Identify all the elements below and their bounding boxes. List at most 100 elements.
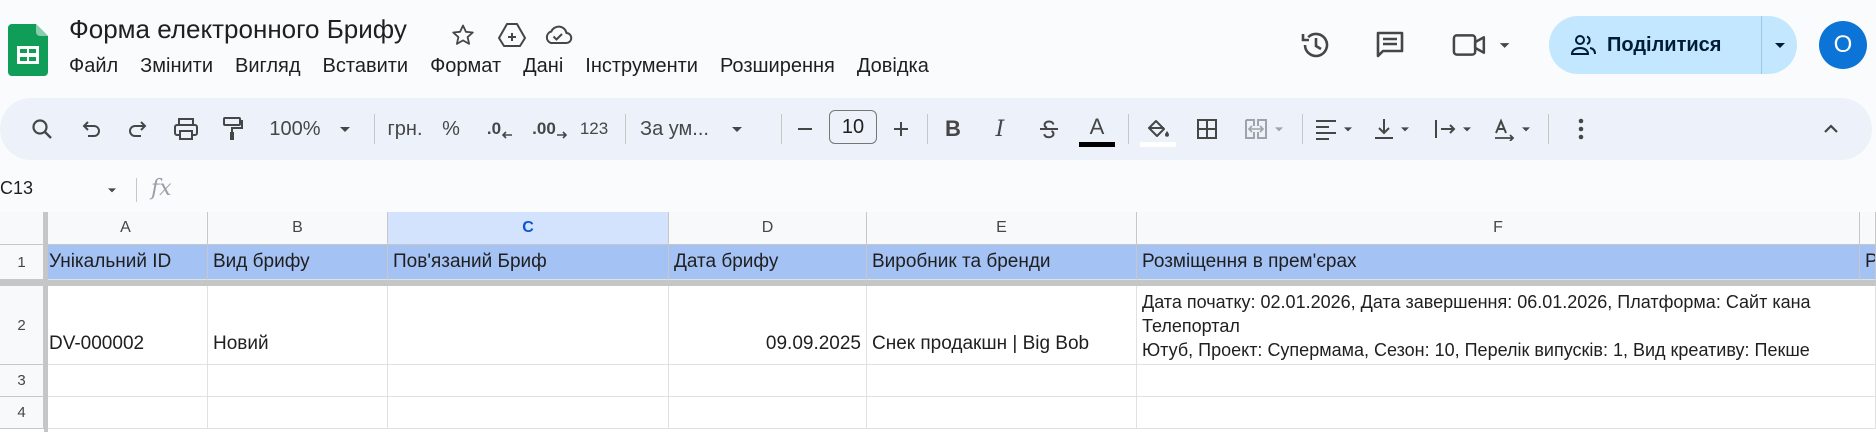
cell-a1[interactable]: Унікальний ID: [44, 245, 208, 280]
move-to-drive-icon[interactable]: [497, 20, 527, 50]
text-color-letter: A: [1089, 113, 1105, 139]
collapse-menus-icon[interactable]: [1816, 98, 1846, 160]
avatar[interactable]: О: [1819, 21, 1867, 69]
row-header-4[interactable]: 4: [0, 397, 44, 429]
cell-c3[interactable]: [388, 365, 669, 397]
cell-d1[interactable]: Дата брифу: [669, 245, 867, 280]
cell-b2[interactable]: Новий: [208, 286, 388, 365]
share-button[interactable]: Поділитися: [1549, 16, 1761, 74]
menu-help[interactable]: Довідка: [847, 52, 941, 81]
decrease-font-size-button[interactable]: [790, 98, 820, 160]
cell-f4[interactable]: [1137, 397, 1876, 429]
font-size-input[interactable]: 10: [829, 110, 877, 144]
text-rotation-button[interactable]: [1488, 98, 1538, 160]
menu-edit[interactable]: Змінити: [130, 52, 225, 81]
frozen-column-divider[interactable]: [44, 212, 48, 432]
column-header-b[interactable]: B: [208, 212, 388, 245]
cell-f2[interactable]: Дата початку: 02.01.2026, Дата завершенн…: [1137, 286, 1876, 365]
select-all-corner[interactable]: [0, 212, 44, 245]
version-history-icon[interactable]: [1296, 25, 1336, 65]
cell-f2-line-3: Ютуб, Проект: Супермама, Сезон: 10, Пере…: [1142, 340, 1810, 360]
cell-d2[interactable]: 09.09.2025: [669, 286, 867, 365]
column-header-c[interactable]: C: [388, 212, 669, 245]
comments-icon[interactable]: [1370, 25, 1410, 65]
fill-color-button[interactable]: [1138, 98, 1178, 160]
percent-format-button[interactable]: %: [436, 98, 466, 160]
document-title[interactable]: Форма електронного Брифу: [69, 14, 407, 45]
redo-icon[interactable]: [120, 98, 156, 160]
paint-format-icon[interactable]: [214, 98, 252, 160]
frozen-row-divider[interactable]: [0, 280, 1876, 286]
menu-view[interactable]: Вигляд: [225, 52, 313, 81]
column-header-g[interactable]: [1860, 212, 1876, 245]
horizontal-align-button[interactable]: [1310, 98, 1360, 160]
toolbar: 100% грн. % .0 .00 123 За ум... B I A: [0, 98, 1872, 160]
undo-icon[interactable]: [73, 98, 109, 160]
cell-d4[interactable]: [669, 397, 867, 429]
row-header-3[interactable]: 3: [0, 365, 44, 397]
strikethrough-icon[interactable]: [1032, 98, 1066, 160]
menu-format[interactable]: Формат: [420, 52, 513, 81]
column-header-d[interactable]: D: [669, 212, 867, 245]
more-options-icon[interactable]: [1566, 98, 1596, 160]
column-header-e[interactable]: E: [867, 212, 1137, 245]
chevron-down-icon: [108, 188, 116, 193]
borders-icon[interactable]: [1187, 98, 1227, 160]
name-box-dropdown[interactable]: [104, 182, 120, 203]
video-call-button[interactable]: [1452, 27, 1514, 63]
print-icon[interactable]: [167, 98, 205, 160]
cell-f3[interactable]: [1137, 365, 1876, 397]
column-header-f[interactable]: F: [1137, 212, 1860, 245]
merge-cells-button[interactable]: [1236, 98, 1294, 160]
increase-decimal-button[interactable]: .00: [528, 98, 572, 160]
column-header-a[interactable]: A: [44, 212, 208, 245]
chevron-down-icon: [1774, 43, 1785, 48]
star-icon[interactable]: [448, 20, 478, 50]
cell-c1[interactable]: Пов'язаний Бриф: [388, 245, 669, 280]
menu-insert[interactable]: Вставити: [313, 52, 421, 81]
more-formats-button[interactable]: 123: [574, 98, 614, 160]
video-call-icon: [1452, 34, 1486, 56]
text-rotation-icon: [1495, 118, 1515, 141]
formula-input[interactable]: [190, 172, 1870, 206]
currency-format-button[interactable]: грн.: [382, 98, 428, 160]
zoom-value: 100%: [269, 117, 321, 140]
bold-button[interactable]: B: [938, 98, 968, 160]
cell-a2[interactable]: DV-000002: [44, 286, 208, 365]
menu-file[interactable]: Файл: [60, 52, 130, 81]
menu-extensions[interactable]: Розширення: [710, 52, 847, 81]
cell-c2[interactable]: [388, 286, 669, 365]
cell-b3[interactable]: [208, 365, 388, 397]
decrease-decimal-button[interactable]: .0: [480, 98, 520, 160]
text-color-button[interactable]: A: [1078, 98, 1116, 160]
cell-c4[interactable]: [388, 397, 669, 429]
row-header-1[interactable]: 1: [0, 245, 44, 280]
cell-d3[interactable]: [669, 365, 867, 397]
name-box[interactable]: C13: [0, 178, 33, 199]
cell-e3[interactable]: [867, 365, 1137, 397]
cell-a3[interactable]: [44, 365, 208, 397]
cell-e1[interactable]: Виробник та бренди: [867, 245, 1137, 280]
cloud-saved-icon[interactable]: [543, 20, 573, 50]
italic-button[interactable]: I: [985, 98, 1015, 160]
menu-tools[interactable]: Інструменти: [575, 52, 710, 81]
increase-font-size-button[interactable]: [886, 98, 916, 160]
cell-b1[interactable]: Вид брифу: [208, 245, 388, 280]
cell-e2[interactable]: Снек продакшн | Big Bob: [867, 286, 1137, 365]
cell-a4[interactable]: [44, 397, 208, 429]
cell-b4[interactable]: [208, 397, 388, 429]
text-wrapping-button[interactable]: [1428, 98, 1480, 160]
font-family-select[interactable]: За ум...: [640, 98, 770, 160]
cell-f1[interactable]: Розміщення в прем'єрах: [1137, 245, 1860, 280]
row-header-2[interactable]: 2: [0, 286, 44, 365]
menu-data[interactable]: Дані: [513, 52, 575, 81]
search-menus-icon[interactable]: [22, 98, 62, 160]
arrow-left-icon: [501, 131, 513, 139]
cell-g1[interactable]: Р: [1860, 245, 1876, 280]
share-options-button[interactable]: [1762, 16, 1797, 74]
vertical-align-button[interactable]: [1368, 98, 1418, 160]
share-label: Поділитися: [1607, 33, 1722, 56]
sheets-logo[interactable]: [8, 24, 48, 76]
cell-e4[interactable]: [867, 397, 1137, 429]
zoom-select[interactable]: 100%: [262, 98, 362, 160]
